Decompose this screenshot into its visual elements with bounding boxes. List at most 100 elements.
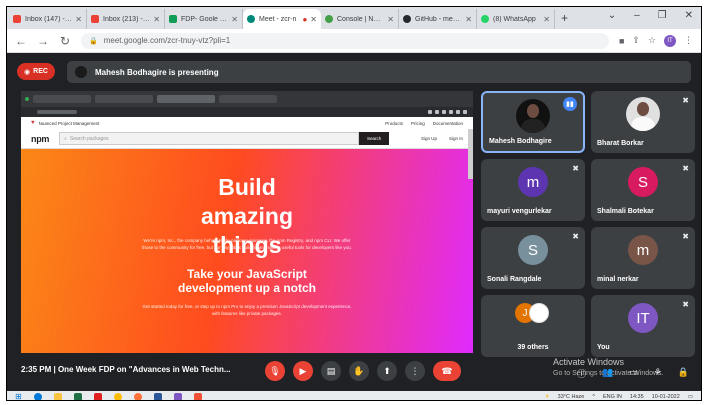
npm-topbar: ♥ Nuanced Project Management Products Pr… — [21, 117, 473, 129]
system-tray: ☀ 33°C Haze ^ ENG IN 14:35 10-01-2022 ▭ — [545, 394, 693, 400]
forward-icon[interactable]: → — [37, 34, 49, 48]
share-icon[interactable]: ⇪ — [632, 35, 640, 46]
new-tab-button[interactable]: + — [561, 11, 568, 25]
windows-start-icon[interactable]: ⊞ — [15, 392, 22, 400]
self-tile[interactable]: IT ✖ You — [591, 295, 695, 357]
meet-call: ◉ REC Mahesh Bodhagire is presenting ♥ Nu… — [7, 53, 701, 391]
mic-toggle-button[interactable]: 🎙 — [265, 361, 285, 381]
participant-tile[interactable]: S ✖ Sonali Rangdale — [481, 227, 585, 289]
mic-off-icon: ✖ — [682, 96, 689, 105]
tab-gmail-2[interactable]: Inbox (213) - bhu✕ — [87, 9, 165, 29]
tab-label: FDP- Goole meet — [181, 15, 228, 23]
recording-dot-icon: ● — [302, 14, 308, 24]
toolbar-icons: ■ ⇪ ☆ IT ⋮ — [619, 34, 693, 47]
file-explorer-icon[interactable] — [53, 392, 62, 400]
npm-auth: Sign Up Sign In — [421, 136, 463, 141]
shared-tab — [33, 95, 91, 103]
participant-tile[interactable]: S ✖ Shalmali Botekar — [591, 159, 695, 221]
hero-text: We're npm, Inc., the company behind Node… — [142, 238, 352, 250]
participant-tile[interactable]: m ✖ mayuri vengurlekar — [481, 159, 585, 221]
participant-tile[interactable]: m ✖ minal nerkar — [591, 227, 695, 289]
close-icon[interactable]: ✕ — [543, 15, 550, 24]
tab-whatsapp[interactable]: (8) WhatsApp ✕ — [477, 9, 555, 29]
chrome-icon[interactable] — [113, 392, 122, 400]
maximize-button[interactable]: ❐ — [658, 10, 667, 21]
notifications-icon[interactable]: ▭ — [688, 394, 693, 400]
participant-tile[interactable]: ▮▮ Mahesh Bodhagire — [481, 91, 585, 153]
address-bar[interactable]: 🔒 meet.google.com/zcr-tnuy-vtz?pli=1 — [81, 32, 609, 49]
participant-name: mayuri vengurlekar — [487, 208, 552, 215]
tab-fdp-meet[interactable]: FDP- Goole meet✕ — [165, 9, 243, 29]
activities-icon[interactable]: ⚘ — [654, 367, 662, 380]
tab-search-icon[interactable]: ⌄ — [608, 10, 616, 21]
gmail-icon — [91, 15, 99, 23]
close-icon[interactable]: ✕ — [387, 15, 394, 24]
bookmark-star-icon[interactable]: ☆ — [648, 35, 656, 46]
minimize-button[interactable]: – — [634, 10, 640, 21]
shared-scrollbar — [468, 129, 473, 179]
search-icon: ⌕ — [64, 135, 67, 142]
participant-photo — [626, 97, 660, 131]
call-controls: 🎙 ▶ ▤ ✋ ⬆ ⋮ ☎ — [265, 361, 461, 381]
mic-off-icon: ✖ — [682, 164, 689, 173]
edge-icon[interactable] — [33, 392, 42, 400]
participant-avatar: m — [518, 167, 548, 197]
chat-icon[interactable]: ▭ — [629, 367, 638, 380]
info-icon[interactable]: ⓘ — [577, 367, 586, 380]
profile-avatar[interactable]: IT — [664, 34, 676, 47]
host-controls-icon[interactable]: 🔒 — [678, 367, 689, 380]
participant-avatar-photo — [529, 303, 549, 323]
close-icon[interactable]: ✕ — [310, 15, 317, 24]
captions-button[interactable]: ▤ — [321, 361, 341, 381]
participant-name: Shalmali Botekar — [597, 208, 654, 215]
acrobat-icon[interactable] — [93, 392, 102, 400]
vscode-icon[interactable] — [173, 392, 182, 400]
npm-search-input: ⌕ Search packages — [59, 132, 360, 145]
close-icon[interactable]: ✕ — [465, 15, 472, 24]
people-icon[interactable]: 👥 — [602, 367, 613, 380]
mic-off-icon: ✖ — [682, 300, 689, 309]
presentation-screen: ♥ Nuanced Project Management Products Pr… — [21, 91, 473, 353]
npm-hero: Build amazing things We're npm, Inc., th… — [21, 149, 473, 353]
tab-gmail-1[interactable]: Inbox (147) - rich✕ — [9, 9, 87, 29]
leave-call-button[interactable]: ☎ — [433, 361, 461, 381]
tab-label: (8) WhatsApp — [493, 15, 536, 23]
tab-github[interactable]: GitHub - meena ✕ — [399, 9, 477, 29]
tab-label: GitHub - meena — [415, 15, 463, 23]
screen: Inbox (147) - rich✕ Inbox (213) - bhu✕ F… — [6, 6, 702, 401]
word-icon[interactable] — [153, 392, 162, 400]
others-tile[interactable]: J 39 others — [481, 295, 585, 357]
github-icon — [403, 15, 411, 23]
more-options-button[interactable]: ⋮ — [405, 361, 425, 381]
present-button[interactable]: ⬆ — [377, 361, 397, 381]
menu-kebab-icon[interactable]: ⋮ — [684, 35, 693, 46]
clock-date[interactable]: 10-01-2022 — [652, 394, 680, 400]
close-icon[interactable]: ✕ — [75, 15, 82, 24]
close-icon[interactable]: ✕ — [231, 15, 238, 24]
lock-icon[interactable]: 🔒 — [89, 37, 98, 45]
close-window-button[interactable]: ✕ — [685, 10, 693, 21]
rec-dot-icon: ◉ — [24, 68, 31, 76]
camera-icon[interactable]: ■ — [619, 36, 624, 46]
participant-tile[interactable]: ✖ Bharat Borkar — [591, 91, 695, 153]
tab-console[interactable]: Console | Node.j ✕ — [321, 9, 399, 29]
firefox-icon[interactable] — [133, 392, 142, 400]
reload-icon[interactable]: ↻ — [59, 34, 71, 48]
tray-chevron-icon[interactable]: ^ — [592, 394, 595, 400]
camera-toggle-button[interactable]: ▶ — [293, 361, 313, 381]
back-icon[interactable]: ← — [15, 34, 27, 48]
raise-hand-button[interactable]: ✋ — [349, 361, 369, 381]
npm-nav: Products Pricing Documentation — [385, 121, 463, 126]
language-indicator[interactable]: ENG IN — [603, 394, 622, 400]
toolbar: ← → ↻ 🔒 meet.google.com/zcr-tnuy-vtz?pli… — [7, 29, 701, 53]
excel-icon[interactable] — [73, 392, 82, 400]
shared-url — [37, 110, 77, 114]
git-icon[interactable] — [193, 392, 202, 400]
clock-time[interactable]: 14:35 — [630, 394, 644, 400]
tab-meet[interactable]: Meet - zcr-n ● ✕ — [243, 9, 321, 29]
shared-tab — [157, 95, 215, 103]
shared-address-bar — [21, 107, 473, 117]
participant-name: Sonali Rangdale — [487, 276, 542, 283]
close-icon[interactable]: ✕ — [153, 15, 160, 24]
participant-photo — [516, 99, 550, 133]
